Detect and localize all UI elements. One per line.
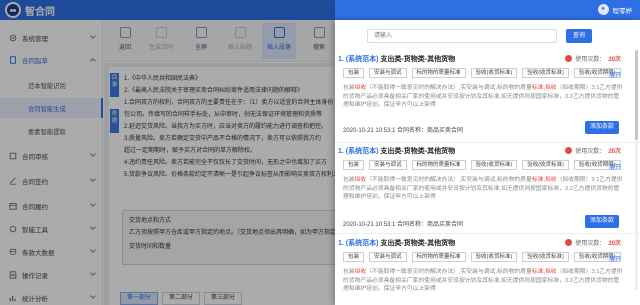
tag-list: 包装 安装与调试 标的物的质量标准 验收(收货标准) 验收(收货标准) 验收(收… <box>343 68 621 78</box>
divider <box>335 233 640 234</box>
tag-list: 包装 安装与调试 标的物的质量标准 验收(收货标准) 验收(收货标准) 验收(收… <box>343 160 621 170</box>
divider <box>335 142 640 143</box>
tag[interactable]: 安装与调试 <box>369 160 407 170</box>
tag[interactable]: 包装 <box>343 68 365 78</box>
tag[interactable]: 标的物的质量标准 <box>411 252 466 262</box>
modal-backdrop[interactable] <box>0 0 335 305</box>
tag[interactable]: 包装 <box>343 252 365 262</box>
fire-icon <box>565 239 573 246</box>
usage-count: 使用次数： 20次 <box>565 54 621 63</box>
expand-link[interactable]: 展开 <box>609 70 621 79</box>
user-name: 程零婷 <box>612 7 633 15</box>
drawer-scrollbar[interactable] <box>635 50 638 290</box>
query-button[interactable]: 查询 <box>566 29 592 43</box>
tag[interactable]: 验收(收货标准) <box>470 160 518 170</box>
clause-card: 1. (系统范本) 支出类-货物类-其他货物 使用次数： 20次 包装 安装与调… <box>335 54 631 136</box>
tag[interactable]: 验收(收货标准) <box>470 68 518 78</box>
fire-icon <box>565 147 573 154</box>
usage-count: 使用次数： 20次 <box>565 146 621 155</box>
tag[interactable]: 验收(收货标准) <box>522 160 569 170</box>
clause-body: 包装拟收（不能取得一致意见时的解决办法）,实安装与调试,标的物的质量标准,拟收（… <box>343 177 623 201</box>
clause-title: 1. (系统范本) 支出类-货物类-其他货物 <box>338 148 456 155</box>
user-menu[interactable]: ● 程零婷 <box>597 4 633 15</box>
clause-drawer: 查询 1. (系统范本) 支出类-货物类-其他货物 使用次数： 20次 包装 安… <box>335 20 640 305</box>
tag[interactable]: 验收(收货标准) <box>522 68 569 78</box>
clause-body: 包装拟收（不能取得一致意见时的解决办法）,实安装与调试,标的物的质量标准,拟收（… <box>343 85 623 109</box>
tag[interactable]: 安装与调试 <box>369 68 407 78</box>
add-clause-button[interactable]: 添加条款 <box>585 121 619 134</box>
tag[interactable]: 标的物的质量标准 <box>411 160 466 170</box>
clause-title: 1. (系统范本) 支出类-货物类-其他货物 <box>338 240 456 247</box>
tag[interactable]: 验收(收货标准) <box>470 252 518 262</box>
tag[interactable]: 包装 <box>343 160 365 170</box>
tag[interactable]: 验收(收货标准) <box>522 252 569 262</box>
expand-link[interactable]: 展开 <box>609 162 621 171</box>
clause-card: 1. (系统范本) 支出类-货物类-其他货物 使用次数： 20次 包装 安装与调… <box>335 146 631 228</box>
search-input[interactable] <box>367 29 557 43</box>
clause-meta: 2020-10-21 10:53:1 合同名称：商品买卖合同 <box>343 222 464 228</box>
tag[interactable]: 安装与调试 <box>369 252 407 262</box>
fire-icon <box>565 55 573 62</box>
scrollbar-thumb[interactable] <box>635 50 638 140</box>
add-clause-button[interactable]: 添加条款 <box>585 215 619 228</box>
usage-count: 使用次数： 20次 <box>565 238 621 247</box>
clause-card: 1. (系统范本) 支出类-货物类-其他货物 使用次数： 20次 包装 安装与调… <box>335 238 631 305</box>
clause-body: 包装拟收（不能取得一致意见时的解决办法）,实安装与调试,标的物的质量标准,拟收（… <box>343 269 623 293</box>
clause-meta: 2020-10-21 10:53:1 合同名称：商品买卖合同 <box>343 128 464 134</box>
expand-link[interactable]: 展开 <box>609 254 621 263</box>
tag[interactable]: 标的物的质量标准 <box>411 68 466 78</box>
avatar: ● <box>597 4 609 15</box>
tag-list: 包装 安装与调试 标的物的质量标准 验收(收货标准) 验收(收货标准) 验收(收… <box>343 252 621 262</box>
clause-title: 1. (系统范本) 支出类-货物类-其他货物 <box>338 56 456 63</box>
